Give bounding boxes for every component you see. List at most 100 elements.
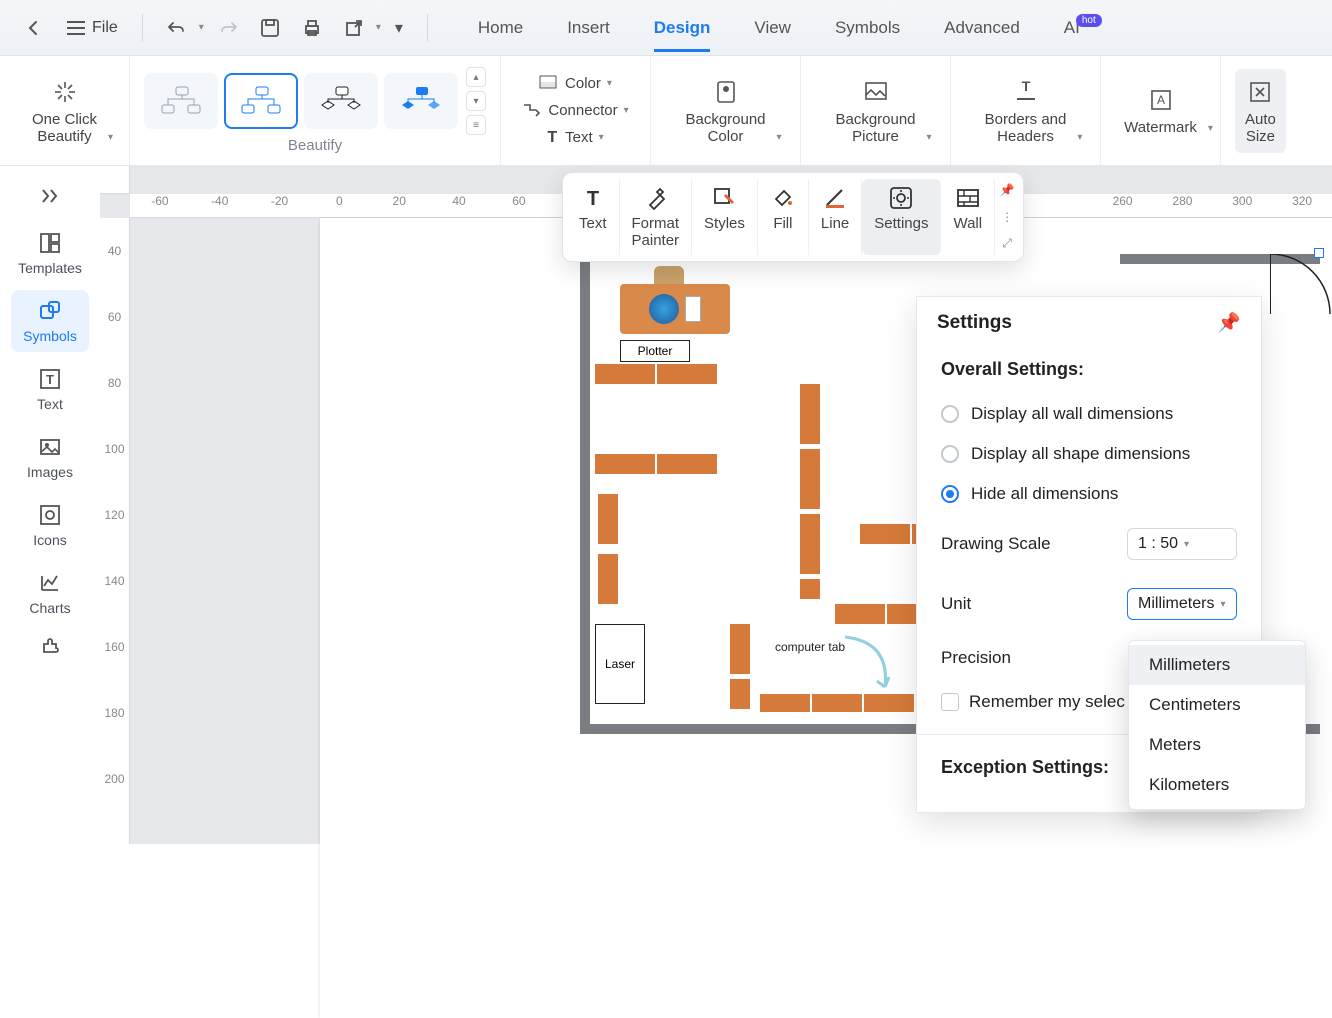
style-thumb-3[interactable] (304, 73, 378, 129)
tab-symbols[interactable]: Symbols (813, 4, 922, 52)
text-menu[interactable]: TText▾ (543, 127, 607, 149)
brick[interactable] (835, 604, 885, 624)
laser-label: Laser (605, 657, 635, 671)
borders-icon: T (1011, 77, 1041, 107)
more-dots-icon[interactable]: ⋮ (1001, 210, 1013, 224)
ft-fill[interactable]: Fill (758, 179, 809, 255)
ft-styles[interactable]: Styles (692, 179, 758, 255)
sidebar-templates[interactable]: Templates (11, 222, 89, 284)
wall-left[interactable] (580, 254, 590, 724)
plotter-device[interactable] (620, 284, 730, 334)
brick[interactable] (595, 364, 655, 384)
ft-styles-label: Styles (704, 215, 745, 232)
settings-icon (888, 185, 914, 211)
redo-button[interactable] (210, 10, 246, 46)
drawing-scale-row: Drawing Scale 1 : 50▾ (917, 514, 1261, 574)
watermark-button[interactable]: AWatermark▾ (1114, 81, 1207, 140)
tab-insert[interactable]: Insert (545, 4, 632, 52)
unit-option-km[interactable]: Kilometers (1129, 765, 1305, 805)
radio-wall-dimensions[interactable]: Display all wall dimensions (917, 394, 1261, 434)
ruler-tick: 320 (1272, 194, 1332, 217)
tab-design[interactable]: Design (632, 4, 733, 52)
ft-format-painter[interactable]: Format Painter (620, 179, 693, 255)
gallery-more[interactable]: ≡ (466, 115, 486, 135)
plotter-label-box[interactable]: Plotter (620, 340, 690, 362)
style-thumb-4[interactable] (384, 73, 458, 129)
plotter-label: Plotter (638, 344, 673, 358)
bg-color-button[interactable]: Background Color▾ (675, 73, 775, 149)
undo-caret[interactable]: ▾ (199, 22, 204, 33)
brick[interactable] (598, 494, 618, 544)
unit-option-mm[interactable]: Millimeters (1129, 645, 1305, 685)
ruler-vtick: 60 (100, 284, 129, 350)
brick[interactable] (657, 364, 717, 384)
brick[interactable] (760, 694, 810, 712)
gallery-down[interactable]: ▾ (466, 91, 486, 111)
laser-box[interactable]: Laser (595, 624, 645, 704)
undo-button[interactable] (159, 10, 195, 46)
borders-headers-button[interactable]: TBorders and Headers▾ (975, 73, 1077, 149)
radio-hide-dimensions[interactable]: Hide all dimensions (917, 474, 1261, 514)
unit-select[interactable]: Millimeters▾ (1127, 588, 1237, 620)
brick[interactable] (730, 679, 750, 709)
ft-line[interactable]: Line (809, 179, 862, 255)
ft-settings[interactable]: Settings (862, 179, 941, 255)
connector-menu[interactable]: Connector▾ (518, 100, 632, 121)
ft-text[interactable]: TText (567, 179, 620, 255)
pin-icon[interactable]: 📌 (1217, 311, 1241, 335)
sidebar-text[interactable]: TText (11, 358, 89, 420)
gallery-up[interactable]: ▴ (466, 67, 486, 87)
brick[interactable] (730, 624, 750, 674)
tab-home[interactable]: Home (456, 4, 545, 52)
color-menu[interactable]: Color▾ (535, 73, 616, 94)
sidebar-charts[interactable]: Charts (11, 562, 89, 624)
tab-view[interactable]: View (732, 4, 813, 52)
scale-select[interactable]: 1 : 50▾ (1127, 528, 1237, 560)
expand-corner-icon[interactable]: ⤢ (1002, 236, 1012, 251)
sidebar-images[interactable]: Images (11, 426, 89, 488)
tab-ai[interactable]: AIhot (1042, 4, 1128, 52)
bg-picture-button[interactable]: Background Picture▾ (825, 73, 925, 149)
borders-label: Borders and Headers (985, 111, 1067, 145)
export-button[interactable] (336, 10, 372, 46)
brick[interactable] (860, 524, 910, 544)
style-thumb-2[interactable] (224, 73, 298, 129)
sidebar-more[interactable] (11, 630, 89, 664)
brick[interactable] (657, 454, 717, 474)
radio-shape-dimensions[interactable]: Display all shape dimensions (917, 434, 1261, 474)
brick[interactable] (800, 514, 820, 574)
brick[interactable] (887, 604, 917, 624)
sidebar-charts-label: Charts (29, 600, 70, 616)
ruler-tick: -60 (130, 194, 190, 217)
brick[interactable] (598, 554, 618, 604)
unit-row: Unit Millimeters▾ (917, 574, 1261, 634)
more-button[interactable]: ▾ (387, 10, 411, 46)
bg-picture-label: Background Picture (835, 111, 915, 145)
ft-wall[interactable]: Wall (941, 179, 995, 255)
door-arc[interactable] (1270, 254, 1332, 324)
auto-size-button[interactable]: Auto Size (1235, 69, 1286, 153)
ruler-vtick: 200 (100, 746, 129, 812)
sidebar-icons[interactable]: Icons (11, 494, 89, 556)
tab-advanced[interactable]: Advanced (922, 4, 1042, 52)
unit-option-m[interactable]: Meters (1129, 725, 1305, 765)
brick[interactable] (800, 449, 820, 509)
brick[interactable] (595, 454, 655, 474)
back-button[interactable] (16, 10, 52, 46)
group-watermark: AWatermark▾ (1101, 56, 1221, 165)
pin-icon[interactable]: 📌 (1000, 183, 1015, 197)
ruler-vtick: 180 (100, 680, 129, 746)
unit-option-cm[interactable]: Centimeters (1129, 685, 1305, 725)
print-button[interactable] (294, 10, 330, 46)
connector-label: Connector (548, 102, 617, 119)
ruler-vtick: 160 (100, 614, 129, 680)
expand-panel-button[interactable] (11, 176, 89, 216)
one-click-beautify-button[interactable]: One Click Beautify ▾ (22, 73, 107, 149)
export-caret[interactable]: ▾ (376, 22, 381, 33)
brick[interactable] (800, 384, 820, 444)
sidebar-symbols[interactable]: Symbols (11, 290, 89, 352)
save-button[interactable] (252, 10, 288, 46)
style-thumb-1[interactable] (144, 73, 218, 129)
brick[interactable] (800, 579, 820, 599)
file-menu[interactable]: File (58, 15, 126, 41)
